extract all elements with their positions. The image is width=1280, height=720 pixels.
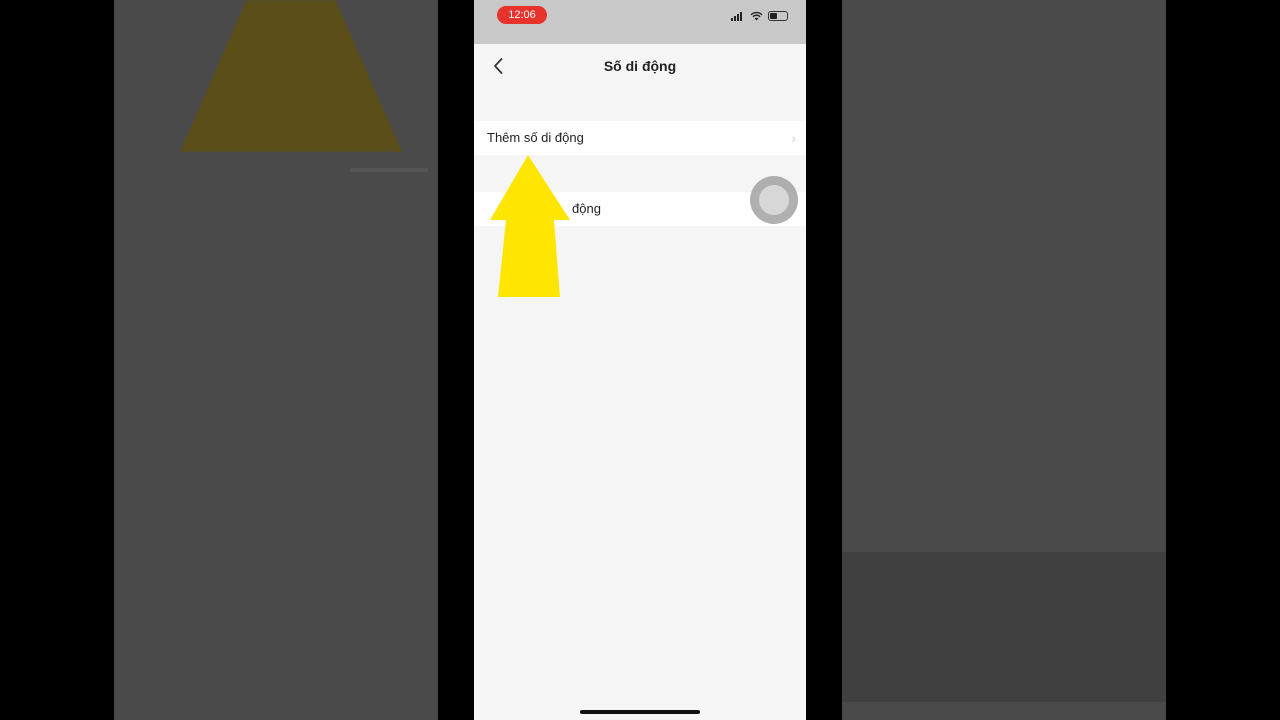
status-time: 12:06 xyxy=(497,6,547,24)
chevron-right-icon: › xyxy=(791,130,796,146)
page-title: Số di động xyxy=(603,58,677,74)
blurred-background-right xyxy=(842,0,1166,720)
signal-icon xyxy=(731,11,745,21)
assistive-touch-inner xyxy=(759,185,789,215)
status-icons xyxy=(731,11,788,21)
battery-icon xyxy=(768,11,788,21)
blurred-arrow-shape xyxy=(180,0,402,152)
add-phone-number-row[interactable]: Thêm số di động › xyxy=(474,121,806,155)
blurred-line xyxy=(350,168,428,172)
blurred-background-left xyxy=(114,0,438,720)
phone-screen: 12:06 Số di động Thêm số di động › động xyxy=(474,0,806,720)
yellow-pointer-arrow xyxy=(490,155,570,297)
phone-number-row-label: động xyxy=(572,201,601,216)
add-phone-number-label: Thêm số di động xyxy=(487,130,584,145)
video-frame: 12:06 Số di động Thêm số di động › động xyxy=(0,0,1280,720)
navigation-bar: Số di động xyxy=(474,44,806,88)
wifi-icon xyxy=(750,11,763,21)
status-bar: 12:06 xyxy=(474,0,806,44)
home-indicator[interactable] xyxy=(580,710,700,714)
blurred-band xyxy=(842,552,1166,702)
assistive-touch-icon[interactable] xyxy=(750,176,798,224)
